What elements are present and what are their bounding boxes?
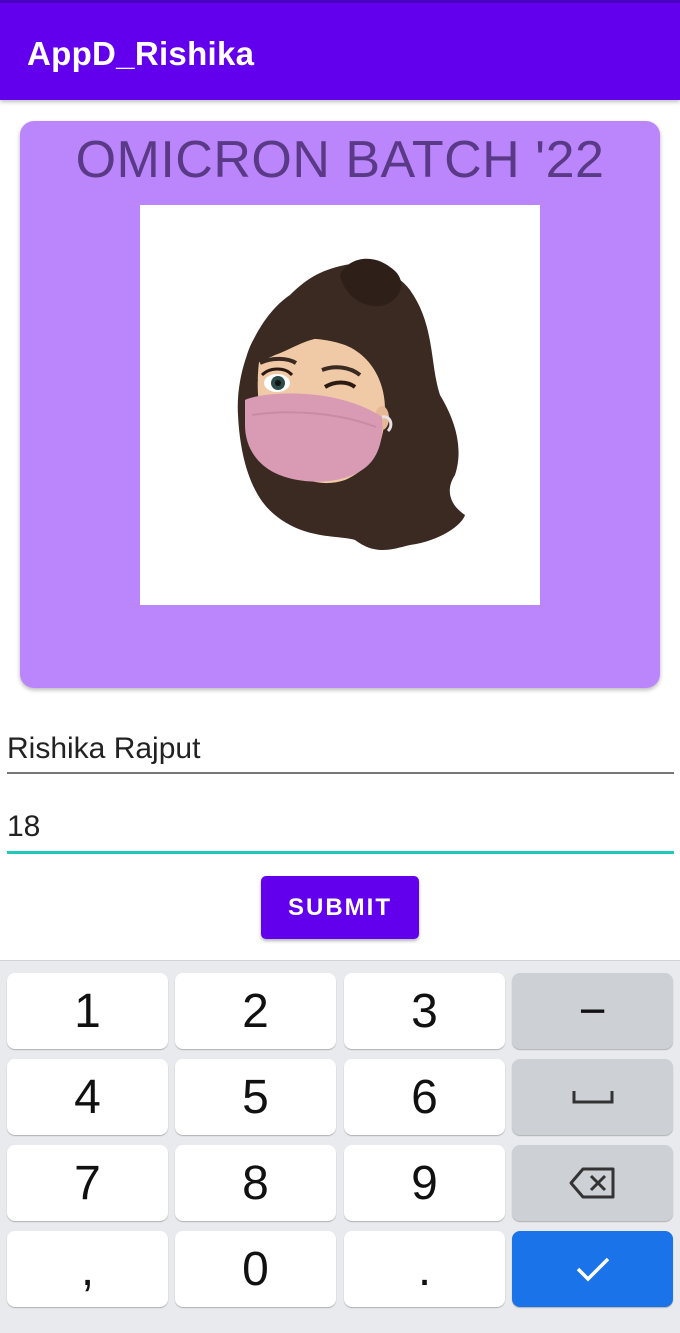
key-0[interactable]: 0: [175, 1231, 336, 1307]
avatar-image: [140, 205, 540, 605]
key-1[interactable]: 1: [7, 973, 168, 1049]
key-minus[interactable]: −: [512, 973, 673, 1049]
key-period[interactable]: .: [344, 1231, 505, 1307]
memoji-avatar-icon: [237, 258, 465, 550]
space-bar-icon: [572, 1091, 613, 1104]
submit-button[interactable]: SUBMIT: [261, 876, 419, 939]
key-9[interactable]: 9: [344, 1145, 505, 1221]
key-comma[interactable]: ,: [7, 1231, 168, 1307]
key-7[interactable]: 7: [7, 1145, 168, 1221]
key-5[interactable]: 5: [175, 1059, 336, 1135]
age-input[interactable]: 18: [7, 808, 674, 854]
key-done[interactable]: [512, 1231, 673, 1307]
key-2[interactable]: 2: [175, 973, 336, 1049]
key-backspace[interactable]: [512, 1145, 673, 1221]
key-6[interactable]: 6: [344, 1059, 505, 1135]
backspace-icon: [569, 1167, 614, 1199]
card-title: OMICRON BATCH '22: [75, 131, 605, 189]
key-space[interactable]: [512, 1059, 673, 1135]
key-4[interactable]: 4: [7, 1059, 168, 1135]
app-title: AppD_Rishika: [27, 35, 255, 72]
name-input[interactable]: Rishika Rajput: [7, 730, 674, 774]
checkmark-icon: [576, 1257, 609, 1282]
numeric-keyboard: 1 2 3 − 4 5 6 7 8 9 , 0 .: [0, 960, 680, 1333]
app-bar: AppD_Rishika: [0, 0, 680, 100]
key-8[interactable]: 8: [175, 1145, 336, 1221]
key-3[interactable]: 3: [344, 973, 505, 1049]
